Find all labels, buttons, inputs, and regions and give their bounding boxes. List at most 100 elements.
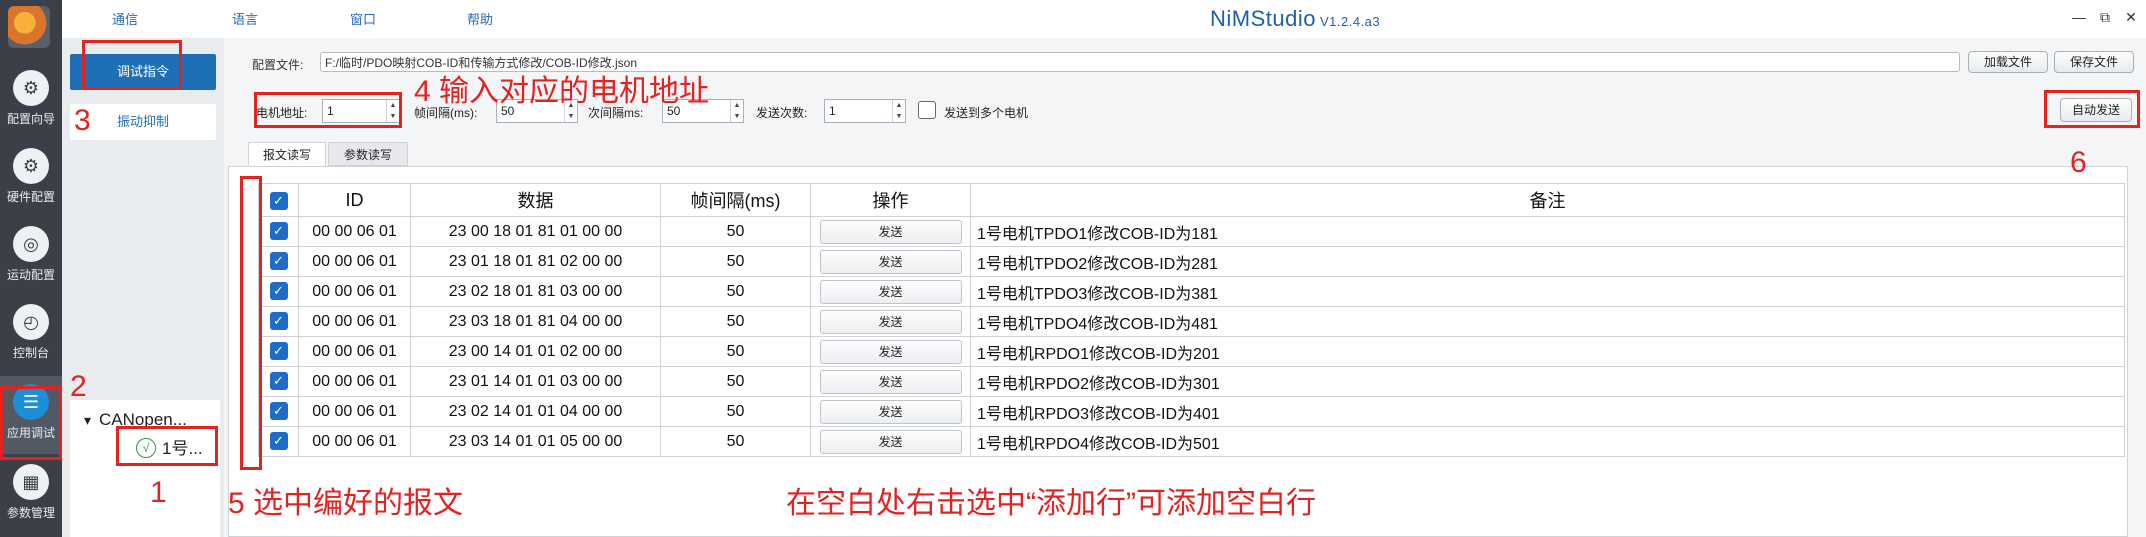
row-checkbox[interactable]: ✓ xyxy=(269,312,288,331)
restore-icon[interactable]: ⧉ xyxy=(2094,6,2116,28)
send-button[interactable]: 发送 xyxy=(819,219,962,244)
rail-item-wizard[interactable]: ⚙ 配置向导 xyxy=(0,62,62,140)
cell-note[interactable]: 1号电机RPDO4修改COB-ID为501 xyxy=(970,426,2125,457)
menu-communication[interactable]: 通信 xyxy=(112,9,138,28)
cell-note[interactable]: 1号电机RPDO2修改COB-ID为301 xyxy=(970,366,2125,397)
cell-data[interactable]: 23 02 14 01 01 04 00 00 xyxy=(410,396,661,427)
wizard-icon: ⚙ xyxy=(13,70,49,106)
spin-up-icon[interactable]: ▲ xyxy=(734,102,741,109)
cell-id[interactable]: 00 00 06 01 xyxy=(298,426,411,457)
multi-motor-checkbox[interactable] xyxy=(918,101,936,119)
rail-item-params[interactable]: ▦ 参数管理 xyxy=(0,456,62,534)
send-button[interactable]: 发送 xyxy=(819,399,962,424)
rail-item-hardware[interactable]: ⚙ 硬件配置 xyxy=(0,140,62,218)
send-button[interactable]: 发送 xyxy=(819,249,962,274)
cell-data[interactable]: 23 03 14 01 01 05 00 00 xyxy=(410,426,661,457)
cell-interval[interactable]: 50 xyxy=(660,306,811,337)
select-all-cell[interactable]: ✓ xyxy=(258,183,299,217)
cell-note[interactable]: 1号电机TPDO1修改COB-ID为181 xyxy=(970,216,2125,247)
cell-note[interactable]: 1号电机TPDO3修改COB-ID为381 xyxy=(970,276,2125,307)
row-checkbox[interactable]: ✓ xyxy=(269,372,288,391)
tab-message-rw[interactable]: 报文读写 xyxy=(248,142,326,166)
send-button[interactable]: 发送 xyxy=(819,339,962,364)
cell-data[interactable]: 23 00 18 01 81 01 00 00 xyxy=(410,216,661,247)
send-button[interactable]: 发送 xyxy=(819,309,962,334)
rail-item-console[interactable]: ◴ 控制台 xyxy=(0,296,62,374)
rail-item-label: 运动配置 xyxy=(6,268,55,282)
menu-language[interactable]: 语言 xyxy=(232,9,258,28)
row-select-cell[interactable]: ✓ xyxy=(258,396,299,427)
save-file-button[interactable]: 保存文件 xyxy=(2054,51,2134,73)
cell-id[interactable]: 00 00 06 01 xyxy=(298,276,411,307)
row-select-cell[interactable]: ✓ xyxy=(258,366,299,397)
row-select-cell[interactable]: ✓ xyxy=(258,276,299,307)
table-row[interactable]: ✓ 00 00 06 01 23 03 18 01 81 04 00 00 50… xyxy=(258,306,2125,337)
row-checkbox[interactable]: ✓ xyxy=(269,222,288,241)
row-select-cell[interactable]: ✓ xyxy=(258,216,299,247)
motion-icon: ◎ xyxy=(13,226,49,262)
spin-down-icon[interactable]: ▼ xyxy=(896,113,903,120)
spin-arrows-icon[interactable]: ▲ ▼ xyxy=(730,100,743,122)
cell-interval[interactable]: 50 xyxy=(660,426,811,457)
title-bar xyxy=(0,0,2146,39)
cell-data[interactable]: 23 01 14 01 01 03 00 00 xyxy=(410,366,661,397)
table-row[interactable]: ✓ 00 00 06 01 23 00 14 01 01 02 00 00 50… xyxy=(258,336,2125,367)
column-header-id: ID xyxy=(298,183,411,217)
spin-arrows-icon[interactable]: ▲ ▼ xyxy=(892,100,905,122)
send-count-value: 1 xyxy=(829,104,836,118)
table-row[interactable]: ✓ 00 00 06 01 23 03 14 01 01 05 00 00 50… xyxy=(258,426,2125,457)
row-checkbox[interactable]: ✓ xyxy=(269,252,288,271)
spin-up-icon[interactable]: ▲ xyxy=(896,102,903,109)
load-file-button[interactable]: 加载文件 xyxy=(1968,51,2048,73)
table-row[interactable]: ✓ 00 00 06 01 23 02 14 01 01 04 00 00 50… xyxy=(258,396,2125,427)
row-checkbox[interactable]: ✓ xyxy=(269,282,288,301)
cell-id[interactable]: 00 00 06 01 xyxy=(298,216,411,247)
row-select-cell[interactable]: ✓ xyxy=(258,246,299,277)
row-checkbox[interactable]: ✓ xyxy=(269,342,288,361)
table-row[interactable]: ✓ 00 00 06 01 23 01 18 01 81 02 00 00 50… xyxy=(258,246,2125,277)
cell-id[interactable]: 00 00 06 01 xyxy=(298,336,411,367)
cell-interval[interactable]: 50 xyxy=(660,396,811,427)
cell-interval[interactable]: 50 xyxy=(660,366,811,397)
cell-data[interactable]: 23 02 18 01 81 03 00 00 xyxy=(410,276,661,307)
table-row[interactable]: ✓ 00 00 06 01 23 02 18 01 81 03 00 00 50… xyxy=(258,276,2125,307)
send-button[interactable]: 发送 xyxy=(819,369,962,394)
row-select-cell[interactable]: ✓ xyxy=(258,336,299,367)
menu-help[interactable]: 帮助 xyxy=(467,9,493,28)
row-select-cell[interactable]: ✓ xyxy=(258,306,299,337)
cell-interval[interactable]: 50 xyxy=(660,216,811,247)
cell-interval[interactable]: 50 xyxy=(660,276,811,307)
tab-param-rw[interactable]: 参数读写 xyxy=(328,142,408,166)
chevron-down-icon[interactable]: ▾ xyxy=(84,412,91,428)
vibration-suppression-button[interactable]: 振动抑制 xyxy=(70,104,216,140)
send-count-spinbox[interactable]: 1 ▲ ▼ xyxy=(824,99,906,123)
cell-note[interactable]: 1号电机RPDO1修改COB-ID为201 xyxy=(970,336,2125,367)
cell-id[interactable]: 00 00 06 01 xyxy=(298,396,411,427)
cell-data[interactable]: 23 00 14 01 01 02 00 00 xyxy=(410,336,661,367)
select-all-checkbox[interactable]: ✓ xyxy=(269,191,288,210)
cell-id[interactable]: 00 00 06 01 xyxy=(298,306,411,337)
minimize-icon[interactable]: — xyxy=(2068,6,2090,28)
table-row[interactable]: ✓ 00 00 06 01 23 01 14 01 01 03 00 00 50… xyxy=(258,366,2125,397)
spin-down-icon[interactable]: ▼ xyxy=(568,113,575,120)
row-checkbox[interactable]: ✓ xyxy=(269,402,288,421)
row-checkbox[interactable]: ✓ xyxy=(269,432,288,451)
table-row[interactable]: ✓ 00 00 06 01 23 00 18 01 81 01 00 00 50… xyxy=(258,216,2125,247)
cell-id[interactable]: 00 00 06 01 xyxy=(298,366,411,397)
cell-id[interactable]: 00 00 06 01 xyxy=(298,246,411,277)
cell-note[interactable]: 1号电机TPDO2修改COB-ID为281 xyxy=(970,246,2125,277)
cell-data[interactable]: 23 03 18 01 81 04 00 00 xyxy=(410,306,661,337)
rail-item-motion[interactable]: ◎ 运动配置 xyxy=(0,218,62,296)
send-button[interactable]: 发送 xyxy=(819,429,962,454)
send-button[interactable]: 发送 xyxy=(819,279,962,304)
cell-interval[interactable]: 50 xyxy=(660,336,811,367)
cell-interval[interactable]: 50 xyxy=(660,246,811,277)
multi-motor-label: 发送到多个电机 xyxy=(944,106,1029,120)
cell-note[interactable]: 1号电机RPDO3修改COB-ID为401 xyxy=(970,396,2125,427)
close-icon[interactable]: ✕ xyxy=(2120,6,2142,28)
spin-down-icon[interactable]: ▼ xyxy=(734,113,741,120)
row-select-cell[interactable]: ✓ xyxy=(258,426,299,457)
cell-data[interactable]: 23 01 18 01 81 02 00 00 xyxy=(410,246,661,277)
cell-note[interactable]: 1号电机TPDO4修改COB-ID为481 xyxy=(970,306,2125,337)
menu-window[interactable]: 窗口 xyxy=(350,9,376,28)
